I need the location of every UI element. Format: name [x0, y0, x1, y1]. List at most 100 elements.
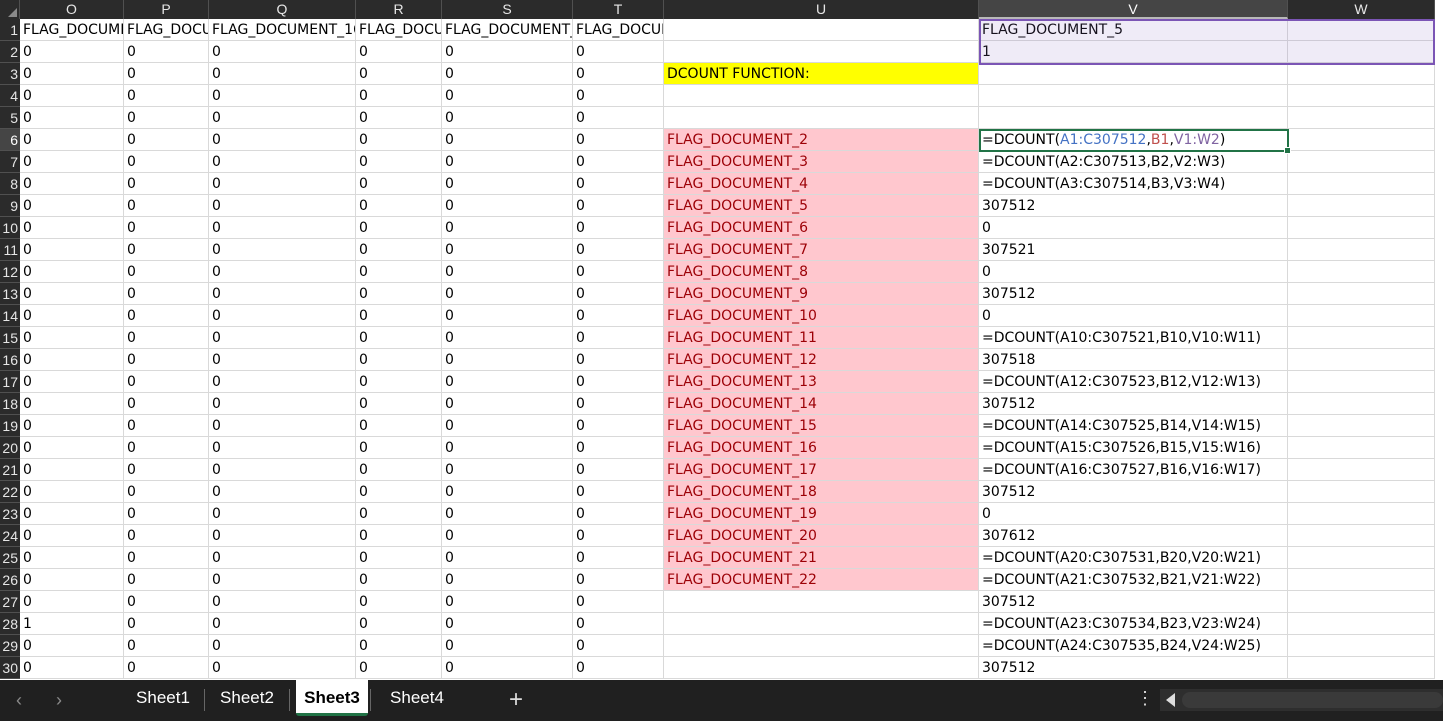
- cell-s24[interactable]: 0: [442, 525, 573, 547]
- column-header-q[interactable]: Q: [209, 0, 356, 19]
- cell-t9[interactable]: 0: [573, 195, 664, 217]
- row-header[interactable]: 27: [0, 591, 20, 613]
- cell-u5[interactable]: [664, 107, 979, 129]
- cell-p14[interactable]: 0: [124, 305, 209, 327]
- cell-q30[interactable]: 0: [209, 657, 356, 679]
- cell-o8[interactable]: 0: [20, 173, 124, 195]
- cell-s29[interactable]: 0: [442, 635, 573, 657]
- cell-p30[interactable]: 0: [124, 657, 209, 679]
- cell-w6[interactable]: [1288, 129, 1435, 151]
- cell-u1[interactable]: [664, 19, 979, 41]
- row-header[interactable]: 19: [0, 415, 20, 437]
- cell-w16[interactable]: [1288, 349, 1435, 371]
- cell-r4[interactable]: 0: [356, 85, 442, 107]
- cell-t1[interactable]: FLAG_DOCUMENT_19: [573, 19, 664, 41]
- row-header[interactable]: 29: [0, 635, 20, 657]
- cell-p26[interactable]: 0: [124, 569, 209, 591]
- cell-u12[interactable]: FLAG_DOCUMENT_8: [664, 261, 979, 283]
- cell-o24[interactable]: 0: [20, 525, 124, 547]
- cell-q17[interactable]: 0: [209, 371, 356, 393]
- cell-w19[interactable]: [1288, 415, 1435, 437]
- cell-p29[interactable]: 0: [124, 635, 209, 657]
- row-header[interactable]: 22: [0, 481, 20, 503]
- cell-t23[interactable]: 0: [573, 503, 664, 525]
- cell-r10[interactable]: 0: [356, 217, 442, 239]
- cell-r17[interactable]: 0: [356, 371, 442, 393]
- cell-p16[interactable]: 0: [124, 349, 209, 371]
- cell-t3[interactable]: 0: [573, 63, 664, 85]
- cell-u29[interactable]: [664, 635, 979, 657]
- column-header-u[interactable]: U: [664, 0, 979, 19]
- cell-v23[interactable]: 0: [979, 503, 1288, 525]
- cell-o21[interactable]: 0: [20, 459, 124, 481]
- cell-v18[interactable]: 307512: [979, 393, 1288, 415]
- cell-s22[interactable]: 0: [442, 481, 573, 503]
- cell-t10[interactable]: 0: [573, 217, 664, 239]
- prev-sheet-icon[interactable]: ‹: [16, 690, 22, 711]
- cell-q3[interactable]: 0: [209, 63, 356, 85]
- cell-w13[interactable]: [1288, 283, 1435, 305]
- cell-q2[interactable]: 0: [209, 41, 356, 63]
- cell-w14[interactable]: [1288, 305, 1435, 327]
- cell-r16[interactable]: 0: [356, 349, 442, 371]
- cell-o2[interactable]: 0: [20, 41, 124, 63]
- column-header-o[interactable]: O: [20, 0, 124, 19]
- cell-w5[interactable]: [1288, 107, 1435, 129]
- cell-p12[interactable]: 0: [124, 261, 209, 283]
- cell-r1[interactable]: FLAG_DOCUMENT_17: [356, 19, 442, 41]
- row-header[interactable]: 10: [0, 217, 20, 239]
- cell-t13[interactable]: 0: [573, 283, 664, 305]
- cell-q29[interactable]: 0: [209, 635, 356, 657]
- row-header[interactable]: 18: [0, 393, 20, 415]
- cell-s2[interactable]: 0: [442, 41, 573, 63]
- cell-p3[interactable]: 0: [124, 63, 209, 85]
- cell-o16[interactable]: 0: [20, 349, 124, 371]
- cell-r26[interactable]: 0: [356, 569, 442, 591]
- row-header[interactable]: 24: [0, 525, 20, 547]
- cell-o23[interactable]: 0: [20, 503, 124, 525]
- cell-q8[interactable]: 0: [209, 173, 356, 195]
- cell-q6[interactable]: 0: [209, 129, 356, 151]
- column-header-p[interactable]: P: [124, 0, 209, 19]
- row-header[interactable]: 21: [0, 459, 20, 481]
- cell-q25[interactable]: 0: [209, 547, 356, 569]
- sheet-tab-sheet3[interactable]: Sheet3: [296, 680, 368, 716]
- cell-o13[interactable]: 0: [20, 283, 124, 305]
- cell-q22[interactable]: 0: [209, 481, 356, 503]
- cell-r7[interactable]: 0: [356, 151, 442, 173]
- cell-p1[interactable]: FLAG_DOCUMENT_15: [124, 19, 209, 41]
- cell-s30[interactable]: 0: [442, 657, 573, 679]
- cell-q18[interactable]: 0: [209, 393, 356, 415]
- cell-o25[interactable]: 0: [20, 547, 124, 569]
- cell-s14[interactable]: 0: [442, 305, 573, 327]
- sheet-tab-sheet1[interactable]: Sheet1: [124, 680, 202, 716]
- row-header[interactable]: 14: [0, 305, 20, 327]
- cell-s4[interactable]: 0: [442, 85, 573, 107]
- cell-t17[interactable]: 0: [573, 371, 664, 393]
- cell-t11[interactable]: 0: [573, 239, 664, 261]
- cell-w24[interactable]: [1288, 525, 1435, 547]
- cell-w7[interactable]: [1288, 151, 1435, 173]
- cell-r5[interactable]: 0: [356, 107, 442, 129]
- cell-v30[interactable]: 307512: [979, 657, 1288, 679]
- cell-q14[interactable]: 0: [209, 305, 356, 327]
- cell-s18[interactable]: 0: [442, 393, 573, 415]
- cell-r23[interactable]: 0: [356, 503, 442, 525]
- cell-r6[interactable]: 0: [356, 129, 442, 151]
- cell-t26[interactable]: 0: [573, 569, 664, 591]
- cell-w10[interactable]: [1288, 217, 1435, 239]
- cell-p22[interactable]: 0: [124, 481, 209, 503]
- row-header[interactable]: 16: [0, 349, 20, 371]
- row-header[interactable]: 1: [0, 19, 20, 41]
- cell-p25[interactable]: 0: [124, 547, 209, 569]
- cell-p2[interactable]: 0: [124, 41, 209, 63]
- row-header[interactable]: 3: [0, 63, 20, 85]
- row-header[interactable]: 17: [0, 371, 20, 393]
- cell-s7[interactable]: 0: [442, 151, 573, 173]
- cell-t25[interactable]: 0: [573, 547, 664, 569]
- cell-w1[interactable]: [1288, 19, 1435, 41]
- cell-v21[interactable]: =DCOUNT(A16:C307527,B16,V16:W17): [979, 459, 1288, 481]
- column-header-v[interactable]: V: [979, 0, 1288, 19]
- cell-v28[interactable]: =DCOUNT(A23:C307534,B23,V23:W24): [979, 613, 1288, 635]
- cell-v26[interactable]: =DCOUNT(A21:C307532,B21,V21:W22): [979, 569, 1288, 591]
